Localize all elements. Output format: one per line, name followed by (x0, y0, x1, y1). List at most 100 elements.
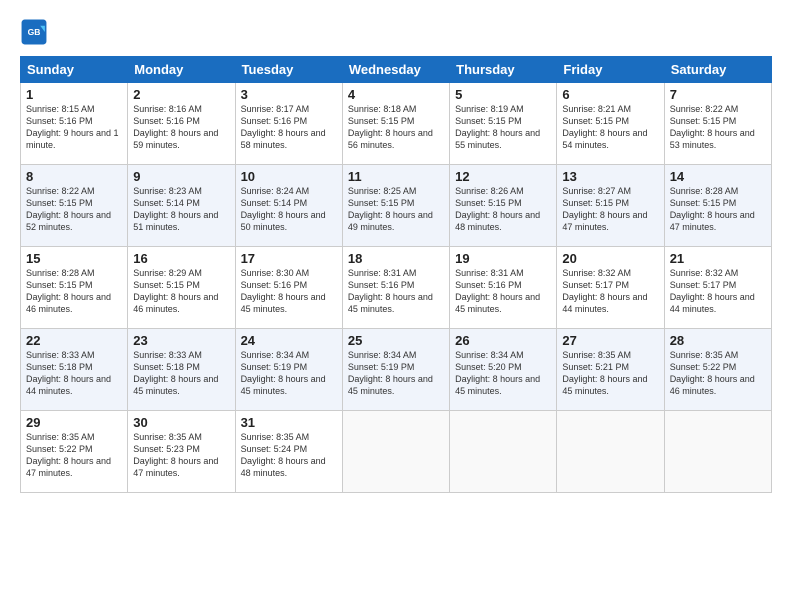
day-number: 4 (348, 87, 444, 102)
header-cell-tuesday: Tuesday (235, 57, 342, 83)
day-cell: 24 Sunrise: 8:34 AMSunset: 5:19 PMDaylig… (235, 329, 342, 411)
day-cell: 15 Sunrise: 8:28 AMSunset: 5:15 PMDaylig… (21, 247, 128, 329)
header: GB (20, 18, 772, 46)
day-cell: 22 Sunrise: 8:33 AMSunset: 5:18 PMDaylig… (21, 329, 128, 411)
day-number: 13 (562, 169, 658, 184)
day-number: 3 (241, 87, 337, 102)
day-info: Sunrise: 8:22 AMSunset: 5:15 PMDaylight:… (670, 103, 766, 152)
day-number: 29 (26, 415, 122, 430)
week-row-1: 1 Sunrise: 8:15 AMSunset: 5:16 PMDayligh… (21, 83, 772, 165)
day-info: Sunrise: 8:25 AMSunset: 5:15 PMDaylight:… (348, 185, 444, 234)
day-number: 5 (455, 87, 551, 102)
day-number: 7 (670, 87, 766, 102)
week-row-4: 22 Sunrise: 8:33 AMSunset: 5:18 PMDaylig… (21, 329, 772, 411)
header-cell-wednesday: Wednesday (342, 57, 449, 83)
day-cell (342, 411, 449, 493)
day-info: Sunrise: 8:35 AMSunset: 5:23 PMDaylight:… (133, 431, 229, 480)
day-info: Sunrise: 8:31 AMSunset: 5:16 PMDaylight:… (348, 267, 444, 316)
day-number: 31 (241, 415, 337, 430)
day-cell: 25 Sunrise: 8:34 AMSunset: 5:19 PMDaylig… (342, 329, 449, 411)
day-cell: 9 Sunrise: 8:23 AMSunset: 5:14 PMDayligh… (128, 165, 235, 247)
day-cell: 29 Sunrise: 8:35 AMSunset: 5:22 PMDaylig… (21, 411, 128, 493)
day-number: 9 (133, 169, 229, 184)
day-number: 25 (348, 333, 444, 348)
day-number: 14 (670, 169, 766, 184)
week-row-2: 8 Sunrise: 8:22 AMSunset: 5:15 PMDayligh… (21, 165, 772, 247)
day-info: Sunrise: 8:35 AMSunset: 5:22 PMDaylight:… (670, 349, 766, 398)
day-info: Sunrise: 8:29 AMSunset: 5:15 PMDaylight:… (133, 267, 229, 316)
day-cell: 28 Sunrise: 8:35 AMSunset: 5:22 PMDaylig… (664, 329, 771, 411)
day-info: Sunrise: 8:33 AMSunset: 5:18 PMDaylight:… (133, 349, 229, 398)
day-info: Sunrise: 8:28 AMSunset: 5:15 PMDaylight:… (26, 267, 122, 316)
day-cell: 7 Sunrise: 8:22 AMSunset: 5:15 PMDayligh… (664, 83, 771, 165)
page: GB SundayMondayTuesdayWednesdayThursdayF… (0, 0, 792, 503)
day-number: 10 (241, 169, 337, 184)
day-info: Sunrise: 8:22 AMSunset: 5:15 PMDaylight:… (26, 185, 122, 234)
day-cell: 5 Sunrise: 8:19 AMSunset: 5:15 PMDayligh… (450, 83, 557, 165)
day-cell: 16 Sunrise: 8:29 AMSunset: 5:15 PMDaylig… (128, 247, 235, 329)
day-number: 28 (670, 333, 766, 348)
day-number: 8 (26, 169, 122, 184)
day-cell: 26 Sunrise: 8:34 AMSunset: 5:20 PMDaylig… (450, 329, 557, 411)
day-info: Sunrise: 8:34 AMSunset: 5:20 PMDaylight:… (455, 349, 551, 398)
day-number: 20 (562, 251, 658, 266)
day-cell: 14 Sunrise: 8:28 AMSunset: 5:15 PMDaylig… (664, 165, 771, 247)
header-cell-sunday: Sunday (21, 57, 128, 83)
day-cell: 31 Sunrise: 8:35 AMSunset: 5:24 PMDaylig… (235, 411, 342, 493)
day-number: 21 (670, 251, 766, 266)
day-info: Sunrise: 8:18 AMSunset: 5:15 PMDaylight:… (348, 103, 444, 152)
logo: GB (20, 18, 52, 46)
day-number: 1 (26, 87, 122, 102)
day-number: 30 (133, 415, 229, 430)
day-cell: 4 Sunrise: 8:18 AMSunset: 5:15 PMDayligh… (342, 83, 449, 165)
day-number: 11 (348, 169, 444, 184)
day-number: 19 (455, 251, 551, 266)
day-info: Sunrise: 8:33 AMSunset: 5:18 PMDaylight:… (26, 349, 122, 398)
day-cell: 13 Sunrise: 8:27 AMSunset: 5:15 PMDaylig… (557, 165, 664, 247)
day-cell: 1 Sunrise: 8:15 AMSunset: 5:16 PMDayligh… (21, 83, 128, 165)
day-info: Sunrise: 8:17 AMSunset: 5:16 PMDaylight:… (241, 103, 337, 152)
day-number: 24 (241, 333, 337, 348)
day-number: 18 (348, 251, 444, 266)
day-number: 27 (562, 333, 658, 348)
day-info: Sunrise: 8:32 AMSunset: 5:17 PMDaylight:… (562, 267, 658, 316)
week-row-5: 29 Sunrise: 8:35 AMSunset: 5:22 PMDaylig… (21, 411, 772, 493)
day-number: 23 (133, 333, 229, 348)
logo-icon: GB (20, 18, 48, 46)
day-info: Sunrise: 8:28 AMSunset: 5:15 PMDaylight:… (670, 185, 766, 234)
header-cell-saturday: Saturday (664, 57, 771, 83)
day-cell: 19 Sunrise: 8:31 AMSunset: 5:16 PMDaylig… (450, 247, 557, 329)
day-cell (664, 411, 771, 493)
day-number: 22 (26, 333, 122, 348)
day-info: Sunrise: 8:15 AMSunset: 5:16 PMDaylight:… (26, 103, 122, 152)
day-number: 16 (133, 251, 229, 266)
day-info: Sunrise: 8:34 AMSunset: 5:19 PMDaylight:… (241, 349, 337, 398)
calendar-table: SundayMondayTuesdayWednesdayThursdayFrid… (20, 56, 772, 493)
day-info: Sunrise: 8:34 AMSunset: 5:19 PMDaylight:… (348, 349, 444, 398)
day-cell: 23 Sunrise: 8:33 AMSunset: 5:18 PMDaylig… (128, 329, 235, 411)
day-number: 26 (455, 333, 551, 348)
day-info: Sunrise: 8:30 AMSunset: 5:16 PMDaylight:… (241, 267, 337, 316)
day-cell: 18 Sunrise: 8:31 AMSunset: 5:16 PMDaylig… (342, 247, 449, 329)
day-info: Sunrise: 8:19 AMSunset: 5:15 PMDaylight:… (455, 103, 551, 152)
day-cell: 6 Sunrise: 8:21 AMSunset: 5:15 PMDayligh… (557, 83, 664, 165)
day-info: Sunrise: 8:24 AMSunset: 5:14 PMDaylight:… (241, 185, 337, 234)
header-cell-monday: Monday (128, 57, 235, 83)
day-cell: 21 Sunrise: 8:32 AMSunset: 5:17 PMDaylig… (664, 247, 771, 329)
day-cell: 30 Sunrise: 8:35 AMSunset: 5:23 PMDaylig… (128, 411, 235, 493)
day-cell: 11 Sunrise: 8:25 AMSunset: 5:15 PMDaylig… (342, 165, 449, 247)
day-info: Sunrise: 8:35 AMSunset: 5:22 PMDaylight:… (26, 431, 122, 480)
day-cell: 3 Sunrise: 8:17 AMSunset: 5:16 PMDayligh… (235, 83, 342, 165)
day-info: Sunrise: 8:27 AMSunset: 5:15 PMDaylight:… (562, 185, 658, 234)
day-info: Sunrise: 8:21 AMSunset: 5:15 PMDaylight:… (562, 103, 658, 152)
week-row-3: 15 Sunrise: 8:28 AMSunset: 5:15 PMDaylig… (21, 247, 772, 329)
day-number: 12 (455, 169, 551, 184)
day-info: Sunrise: 8:35 AMSunset: 5:24 PMDaylight:… (241, 431, 337, 480)
header-cell-thursday: Thursday (450, 57, 557, 83)
day-info: Sunrise: 8:31 AMSunset: 5:16 PMDaylight:… (455, 267, 551, 316)
day-number: 17 (241, 251, 337, 266)
day-cell (450, 411, 557, 493)
day-info: Sunrise: 8:32 AMSunset: 5:17 PMDaylight:… (670, 267, 766, 316)
day-number: 6 (562, 87, 658, 102)
day-cell (557, 411, 664, 493)
